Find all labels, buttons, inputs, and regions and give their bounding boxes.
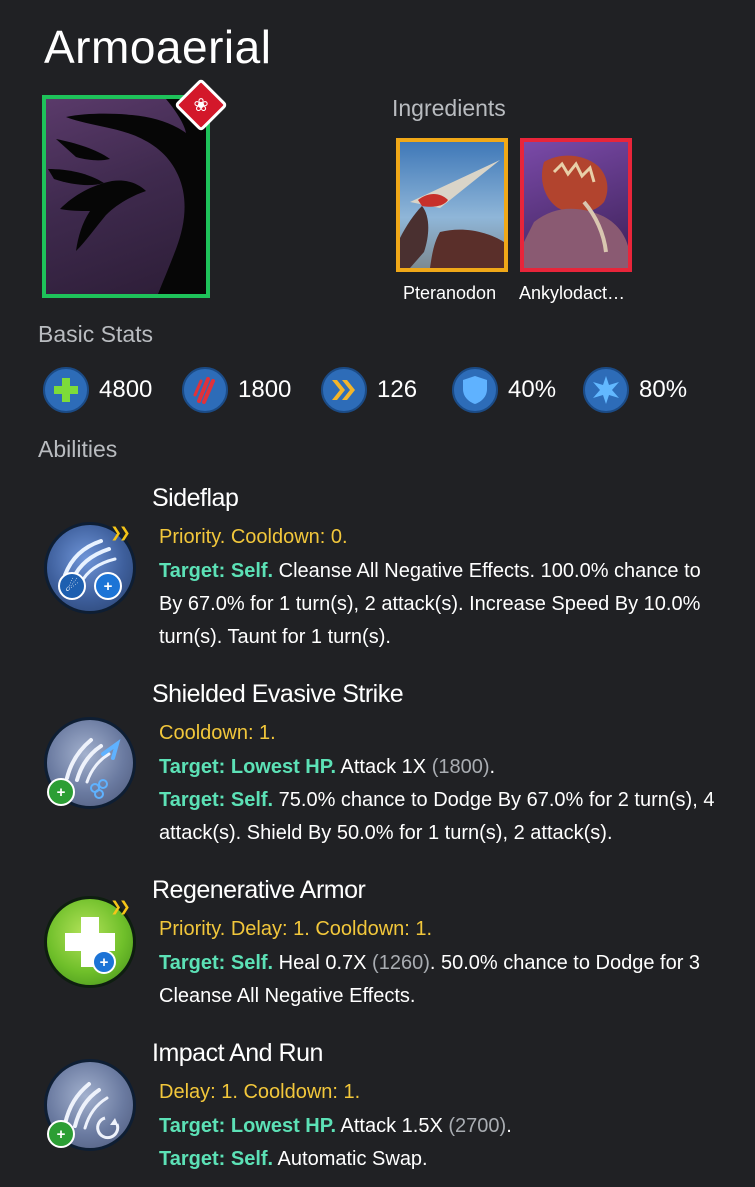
- ability-description-line: attack(s). Shield By 50.0% for 1 turn(s)…: [159, 822, 613, 844]
- ingredient-card-pteranodon[interactable]: [396, 138, 508, 272]
- ability-info: Cooldown: 1.: [159, 722, 276, 744]
- shield-icon: +: [92, 950, 116, 974]
- target-label: Target: Lowest HP.: [159, 1115, 337, 1137]
- ability-name: Shielded Evasive Strike: [152, 680, 404, 708]
- ability-info: Priority. Delay: 1. Cooldown: 1.: [159, 918, 433, 940]
- stat-speed: 126: [321, 366, 417, 414]
- speed-icon: [321, 367, 367, 413]
- evasion-icon: ☄: [58, 572, 86, 600]
- abilities-label: Abilities: [38, 436, 118, 462]
- stat-value: 126: [377, 376, 418, 403]
- heal-icon: +: [47, 778, 75, 806]
- basic-stats-label: Basic Stats: [38, 321, 154, 347]
- shield-icon: +: [94, 572, 122, 600]
- ability-info: Priority. Cooldown: 0.: [159, 526, 348, 548]
- creature-portrait[interactable]: [42, 95, 210, 298]
- ability-description-line: turn(s). Taunt for 1 turn(s).: [159, 626, 391, 648]
- stat-value: 40%: [508, 376, 557, 403]
- ability-description-line: Target: Lowest HP. Attack 1X (1800).: [159, 756, 496, 778]
- ingredient-card-ankylodactylus[interactable]: [520, 138, 632, 272]
- ability-name: Regenerative Armor: [152, 876, 366, 904]
- target-label: Target: Lowest HP.: [159, 756, 337, 778]
- stat-armor: 40%: [452, 366, 556, 414]
- stat-value: 1800: [238, 376, 292, 403]
- target-label: Target: Self.: [159, 1148, 274, 1170]
- ability-info: Delay: 1. Cooldown: 1.: [159, 1081, 361, 1103]
- ability-description-line: Cleanse All Negative Effects.: [159, 985, 416, 1007]
- damage-icon: [182, 367, 228, 413]
- creature-silhouette: [48, 99, 206, 294]
- stat-health: 4800: [43, 366, 152, 414]
- ingredient-name: Ankylodact…: [519, 283, 626, 303]
- target-label: Target: Self.: [159, 560, 274, 582]
- target-label: Target: Self.: [159, 952, 274, 974]
- stat-value: 4800: [99, 376, 153, 403]
- ability-description-line: Target: Self. Heal 0.7X (1260). 50.0% ch…: [159, 952, 701, 974]
- ability-description-line: Target: Self. Automatic Swap.: [159, 1148, 428, 1170]
- ability-description-line: Target: Lowest HP. Attack 1.5X (2700).: [159, 1115, 512, 1137]
- pteranodon-image: [400, 160, 504, 268]
- stat-critical: 80%: [583, 366, 687, 414]
- ingredient-name: Pteranodon: [403, 283, 497, 303]
- health-icon: [43, 367, 89, 413]
- ability-description-line: By 67.0% for 1 turn(s), 2 attack(s). Inc…: [159, 593, 701, 615]
- ability-name: Impact And Run: [152, 1039, 323, 1067]
- critical-icon: [583, 367, 629, 413]
- claw-icon: ❀: [193, 95, 209, 115]
- stat-value: 80%: [639, 376, 688, 403]
- armor-icon: [452, 367, 498, 413]
- target-label: Target: Self.: [159, 789, 274, 811]
- ankylodactylus-image: [524, 155, 628, 268]
- ability-name: Sideflap: [152, 484, 239, 512]
- priority-icon: ❯❯: [110, 897, 130, 914]
- ingredients-label: Ingredients: [392, 95, 506, 121]
- stat-damage: 1800: [182, 366, 291, 414]
- ability-description-line: Target: Self. 75.0% chance to Dodge By 6…: [159, 789, 715, 811]
- ability-description-line: Target: Self. Cleanse All Negative Effec…: [159, 560, 701, 582]
- heal-icon: +: [47, 1120, 75, 1148]
- priority-icon: ❯❯: [110, 523, 130, 540]
- page-title: Armoaerial: [44, 21, 272, 73]
